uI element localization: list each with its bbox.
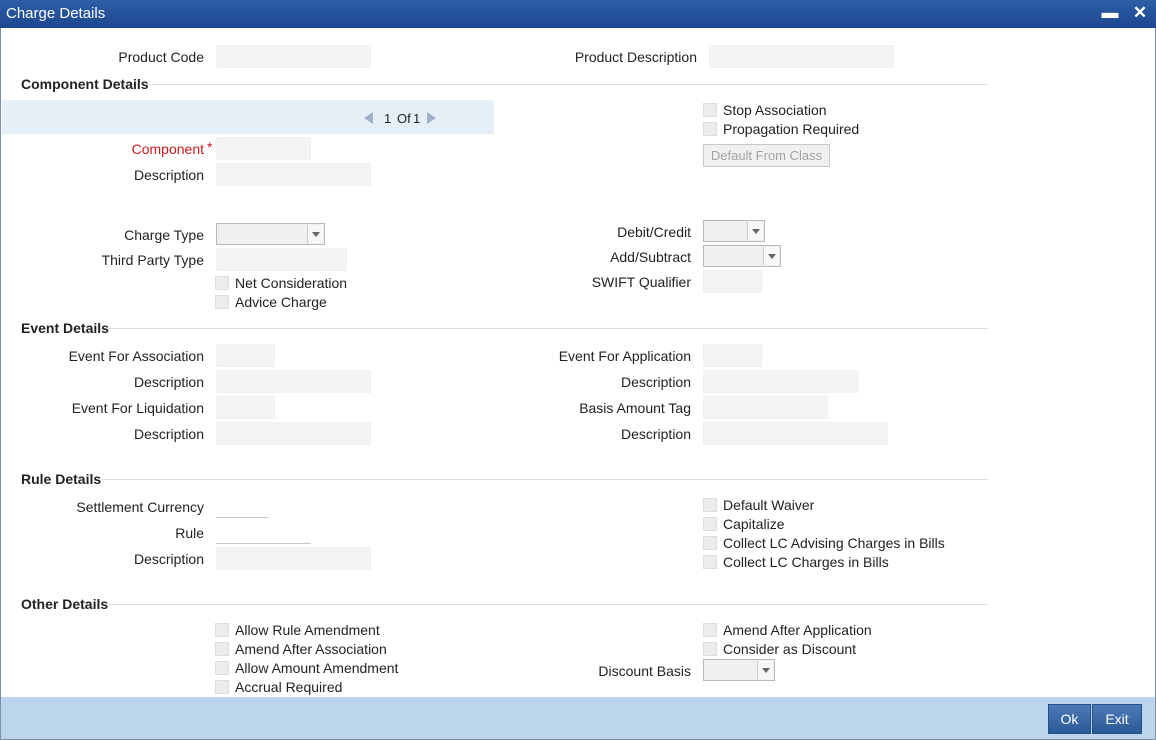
product-description-field[interactable] <box>709 45 894 68</box>
product-description-label: Product Description <box>574 49 697 65</box>
other-details-heading: Other Details <box>21 596 109 612</box>
propagation-required-label: Propagation Required <box>723 121 860 137</box>
ok-button[interactable]: Ok <box>1048 704 1091 734</box>
amend-after-application-label: Amend After Application <box>723 622 872 638</box>
component-pager: 1 Of 1 <box>2 100 494 134</box>
event-details-divider <box>108 328 988 329</box>
component-details-divider <box>145 84 988 85</box>
event-liquidation-description-label: Description <box>133 426 204 442</box>
collect-lc-charges-checkbox[interactable] <box>703 555 717 569</box>
product-code-label: Product Code <box>118 49 204 65</box>
component-description-label: Description <box>133 167 204 183</box>
allow-amount-amendment-checkbox[interactable] <box>215 661 229 675</box>
close-icon[interactable]: ✕ <box>1130 3 1150 23</box>
rule-field[interactable] <box>216 521 311 544</box>
advice-charge-label: Advice Charge <box>235 294 327 310</box>
consider-as-discount-checkbox[interactable] <box>703 642 717 656</box>
rule-details-heading: Rule Details <box>21 471 102 487</box>
previous-record-icon[interactable] <box>364 112 373 124</box>
event-for-application-field[interactable] <box>703 344 762 367</box>
collect-lc-charges-label: Collect LC Charges in Bills <box>723 554 889 570</box>
event-details-heading: Event Details <box>21 320 109 336</box>
charge-type-select[interactable] <box>216 223 325 245</box>
chevron-down-icon <box>763 247 779 265</box>
capitalize-checkbox[interactable] <box>703 517 717 531</box>
rule-details-divider <box>102 479 988 480</box>
component-field[interactable] <box>216 137 311 160</box>
third-party-type-field[interactable] <box>216 248 347 271</box>
net-consideration-label: Net Consideration <box>235 275 348 291</box>
stop-association-checkbox[interactable] <box>703 103 717 117</box>
add-subtract-label: Add/Subtract <box>610 249 691 265</box>
accrual-required-checkbox[interactable] <box>215 680 229 694</box>
basis-amount-description-label: Description <box>620 426 691 442</box>
allow-amount-amendment-label: Allow Amount Amendment <box>235 660 399 676</box>
charge-type-label: Charge Type <box>124 227 204 243</box>
next-record-icon[interactable] <box>427 112 436 124</box>
event-for-liquidation-label: Event For Liquidation <box>71 400 204 416</box>
event-liquidation-description-field[interactable] <box>216 422 371 445</box>
component-description-field[interactable] <box>216 163 371 186</box>
event-for-association-label: Event For Association <box>68 348 204 364</box>
required-marker: * <box>207 139 213 155</box>
debit-credit-select[interactable] <box>703 220 765 242</box>
third-party-type-label: Third Party Type <box>101 252 204 268</box>
allow-rule-amendment-label: Allow Rule Amendment <box>235 622 380 638</box>
pager-of-label: Of <box>397 111 411 126</box>
stop-association-label: Stop Association <box>723 102 827 118</box>
consider-as-discount-label: Consider as Discount <box>723 641 857 657</box>
window-titlebar: Charge Details ▬ ✕ <box>0 0 1156 28</box>
other-details-divider <box>108 604 988 605</box>
rule-label: Rule <box>175 525 204 541</box>
basis-amount-tag-field[interactable] <box>703 396 828 419</box>
basis-amount-description-field[interactable] <box>703 422 888 445</box>
add-subtract-select[interactable] <box>703 245 781 267</box>
event-for-liquidation-field[interactable] <box>216 396 275 419</box>
amend-after-association-checkbox[interactable] <box>215 642 229 656</box>
product-code-field[interactable] <box>216 45 371 68</box>
settlement-currency-field[interactable] <box>216 495 269 518</box>
exit-button[interactable]: Exit <box>1092 704 1142 734</box>
basis-amount-tag-label: Basis Amount Tag <box>579 400 691 416</box>
collect-lc-advising-label: Collect LC Advising Charges in Bills <box>723 535 945 551</box>
swift-qualifier-field[interactable] <box>703 270 762 293</box>
discount-basis-select[interactable] <box>703 659 775 681</box>
rule-description-label: Description <box>133 551 204 567</box>
rule-description-field[interactable] <box>216 547 371 570</box>
window-title: Charge Details <box>6 5 106 22</box>
event-application-description-label: Description <box>620 374 691 390</box>
amend-after-association-label: Amend After Association <box>235 641 387 657</box>
chevron-down-icon <box>757 661 773 679</box>
settlement-currency-label: Settlement Currency <box>76 499 204 515</box>
default-from-class-button[interactable]: Default From Class <box>703 144 830 167</box>
swift-qualifier-label: SWIFT Qualifier <box>591 274 691 290</box>
component-label: Component <box>131 141 204 157</box>
advice-charge-checkbox[interactable] <box>215 295 229 309</box>
net-consideration-checkbox[interactable] <box>215 276 229 290</box>
pager-total: 1 <box>413 111 421 126</box>
default-waiver-checkbox[interactable] <box>703 498 717 512</box>
accrual-required-label: Accrual Required <box>235 679 343 695</box>
minimize-icon[interactable]: ▬ <box>1100 3 1120 23</box>
event-application-description-field[interactable] <box>703 370 858 393</box>
pager-current: 1 <box>384 111 392 126</box>
debit-credit-label: Debit/Credit <box>617 224 691 240</box>
component-details-heading: Component Details <box>21 76 149 92</box>
allow-rule-amendment-checkbox[interactable] <box>215 623 229 637</box>
event-for-application-label: Event For Application <box>558 348 691 364</box>
chevron-down-icon <box>747 222 763 240</box>
amend-after-application-checkbox[interactable] <box>703 623 717 637</box>
event-for-association-field[interactable] <box>216 344 275 367</box>
event-association-description-field[interactable] <box>216 370 371 393</box>
collect-lc-advising-checkbox[interactable] <box>703 536 717 550</box>
discount-basis-label: Discount Basis <box>598 663 691 679</box>
event-association-description-label: Description <box>133 374 204 390</box>
propagation-required-checkbox[interactable] <box>703 122 717 136</box>
chevron-down-icon <box>307 225 323 243</box>
capitalize-label: Capitalize <box>723 516 785 532</box>
dialog-footer <box>1 697 1155 739</box>
default-waiver-label: Default Waiver <box>723 497 815 513</box>
